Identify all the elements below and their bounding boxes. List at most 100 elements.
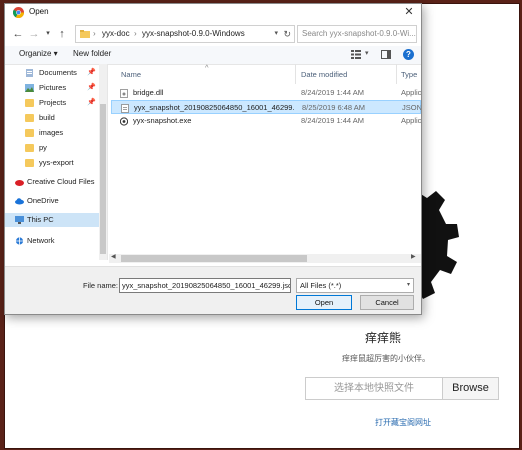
- open-button[interactable]: Open: [296, 295, 352, 310]
- navigation-pane: Documents 📌 Pictures 📌 Projects 📌 build …: [5, 64, 108, 260]
- column-header-date[interactable]: Date modified: [301, 70, 347, 79]
- view-dropdown-icon[interactable]: ▾: [365, 49, 369, 57]
- sort-indicator-icon: ^: [205, 64, 209, 72]
- file-date: 8/24/2019 1:44 AM: [301, 116, 364, 125]
- pictures-icon: [25, 84, 34, 92]
- creative-cloud-icon: [15, 180, 24, 186]
- recent-locations-icon[interactable]: ▾: [41, 27, 55, 41]
- nav-item-this-pc[interactable]: This PC: [5, 213, 100, 227]
- breadcrumb-separator-icon: ›: [134, 29, 137, 38]
- network-icon: [15, 237, 24, 245]
- pc-icon: [15, 216, 24, 224]
- pin-icon: 📌: [87, 84, 96, 91]
- forward-arrow-icon[interactable]: →: [27, 27, 41, 41]
- nav-item-label: This PC: [27, 215, 54, 224]
- nav-item-label: build: [39, 113, 55, 122]
- app-title: 痒痒熊: [364, 331, 401, 345]
- preview-pane-icon[interactable]: [381, 50, 391, 59]
- scroll-right-icon[interactable]: ▶: [411, 253, 416, 260]
- column-header-name[interactable]: Name: [121, 70, 141, 79]
- nav-item-label: OneDrive: [27, 196, 59, 205]
- breadcrumb-separator-icon: ›: [93, 29, 96, 38]
- file-date: 8/25/2019 6:48 AM: [302, 103, 365, 112]
- up-arrow-icon[interactable]: ↑: [55, 27, 69, 41]
- nav-item-label: Network: [27, 236, 55, 245]
- navigation-row: ← → ▾ ↑ › yyx-doc › yyx-snapshot-0.9.0-W…: [5, 22, 421, 46]
- address-bar[interactable]: › yyx-doc › yyx-snapshot-0.9.0-Windows ▾…: [75, 25, 295, 43]
- file-type: JSON F: [402, 103, 421, 112]
- file-list: Name ^ Date modified Type bridge.dll 8/2…: [109, 64, 421, 260]
- dialog-footer: File name: yyx_snapshot_20190825064850_1…: [5, 266, 421, 314]
- nav-item-label: images: [39, 128, 64, 137]
- column-divider[interactable]: [396, 64, 397, 84]
- nav-pane-scroll-thumb[interactable]: [100, 104, 106, 254]
- nav-item-label: py: [39, 143, 47, 152]
- folder-icon: [25, 144, 34, 152]
- file-type-value: All Files (*.*): [300, 281, 342, 290]
- organize-button[interactable]: Organize ▾: [19, 49, 58, 58]
- dialog-titlebar[interactable]: Open ✕: [5, 4, 421, 22]
- nav-item-onedrive[interactable]: OneDrive: [5, 194, 100, 208]
- scroll-left-icon[interactable]: ◀: [111, 253, 116, 260]
- back-arrow-icon[interactable]: ←: [11, 27, 25, 41]
- open-file-dialog: Open ✕ ← → ▾ ↑ › yyx-doc › yyx-snapshot-…: [4, 3, 422, 315]
- folder-icon: [25, 129, 34, 137]
- column-header-type[interactable]: Type: [401, 70, 417, 79]
- file-date: 8/24/2019 1:44 AM: [301, 88, 364, 97]
- nav-item-documents[interactable]: Documents 📌: [5, 66, 100, 80]
- nav-item-network[interactable]: Network: [5, 234, 100, 248]
- nav-item-label: yys-export: [39, 158, 74, 167]
- nav-item-label: Creative Cloud Files: [27, 177, 95, 186]
- help-icon[interactable]: ?: [403, 49, 414, 60]
- folder-icon: [25, 114, 34, 122]
- nav-item-projects[interactable]: Projects 📌: [5, 96, 100, 110]
- address-dropdown-icon[interactable]: ▾: [274, 26, 278, 42]
- nav-item-label: Pictures: [39, 83, 67, 92]
- close-button[interactable]: ✕: [401, 5, 417, 20]
- pin-icon: 📌: [87, 69, 96, 76]
- view-options-icon[interactable]: [351, 50, 361, 59]
- search-input[interactable]: Search yyx-snapshot-0.9.0-Wi...: [297, 25, 417, 43]
- breadcrumb-current-folder[interactable]: yyx-snapshot-0.9.0-Windows: [142, 26, 245, 42]
- chevron-down-icon: ▾: [406, 282, 410, 288]
- file-row-snapshot-exe[interactable]: yyx-snapshot.exe 8/24/2019 1:44 AM Appli…: [111, 114, 421, 128]
- folder-icon: [25, 99, 34, 107]
- json-file-icon: [121, 104, 129, 113]
- chrome-icon: [13, 7, 24, 18]
- nav-item-label: Documents: [39, 68, 77, 77]
- file-type: Applica: [401, 88, 421, 97]
- horizontal-scroll-thumb[interactable]: [121, 255, 307, 262]
- nav-item-yys-export[interactable]: yys-export: [5, 156, 100, 170]
- nav-item-py[interactable]: py: [5, 141, 100, 155]
- open-treasure-link[interactable]: 打开藏宝阁网址: [357, 417, 449, 428]
- new-folder-button[interactable]: New folder: [73, 49, 111, 58]
- snapshot-file-input[interactable]: 选择本地快照文件: [305, 377, 443, 400]
- nav-item-creative-cloud-files[interactable]: Creative Cloud Files: [5, 175, 100, 189]
- file-row-bridge-dll[interactable]: bridge.dll 8/24/2019 1:44 AM Applica: [111, 86, 421, 100]
- cancel-button[interactable]: Cancel: [360, 295, 414, 310]
- file-name-input[interactable]: yyx_snapshot_20190825064850_16001_46299.…: [119, 278, 291, 293]
- nav-item-label: Projects: [39, 98, 67, 107]
- command-toolbar: Organize ▾ New folder ▾ ?: [5, 46, 421, 65]
- nav-item-images[interactable]: images: [5, 126, 100, 140]
- column-headers: Name ^ Date modified Type: [109, 64, 421, 84]
- refresh-icon[interactable]: ↻: [283, 26, 291, 42]
- folder-icon: [80, 30, 90, 38]
- pin-icon: 📌: [87, 99, 96, 106]
- folder-icon: [25, 159, 34, 167]
- exe-file-icon: [120, 117, 128, 126]
- file-row-snapshot-json[interactable]: yyx_snapshot_20190825064850_16001_46299.…: [111, 100, 421, 114]
- nav-item-build[interactable]: build: [5, 111, 100, 125]
- breadcrumb-yyx-doc[interactable]: yyx-doc: [102, 26, 130, 42]
- dll-file-icon: [120, 89, 128, 98]
- documents-icon: [26, 69, 33, 77]
- file-name: bridge.dll: [133, 88, 164, 97]
- dialog-title: Open: [29, 7, 49, 16]
- nav-item-pictures[interactable]: Pictures 📌: [5, 81, 100, 95]
- file-type: Applica: [401, 116, 421, 125]
- file-type-select[interactable]: All Files (*.*) ▾: [296, 278, 414, 293]
- file-name: yyx-snapshot.exe: [133, 116, 192, 125]
- file-name-label: File name:: [83, 281, 119, 290]
- column-divider[interactable]: [295, 64, 296, 84]
- browse-button[interactable]: Browse: [443, 377, 499, 400]
